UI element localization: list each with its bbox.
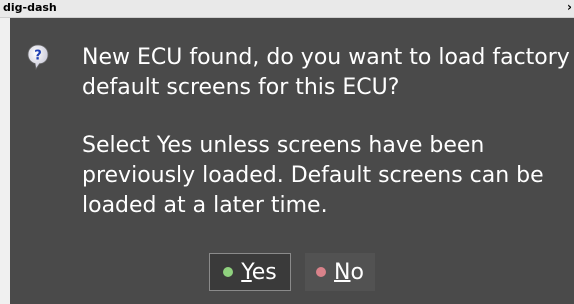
question-icon: ? [27, 44, 49, 71]
no-button[interactable]: No [305, 253, 375, 291]
no-button-label: No [334, 260, 364, 285]
no-indicator-icon [316, 267, 327, 277]
window-menu-glyph[interactable]: › [567, 0, 572, 14]
yes-button-label: Yes [241, 260, 277, 285]
dialog-message: New ECU found, do you want to load facto… [82, 43, 572, 221]
yes-label-rest: es [251, 259, 277, 285]
yes-button[interactable]: Yes [209, 253, 291, 291]
window-titlebar[interactable]: dig-dash › [0, 0, 574, 18]
window-title: dig-dash [3, 1, 57, 14]
message-question: New ECU found, do you want to load facto… [82, 45, 570, 100]
no-mnemonic: N [334, 259, 351, 285]
yes-indicator-icon [223, 267, 234, 277]
no-label-rest: o [350, 259, 364, 285]
yes-mnemonic: Y [241, 259, 252, 285]
message-dialog: ? New ECU found, do you want to load fac… [10, 18, 574, 304]
message-instructions: Select Yes unless screens have been prev… [82, 133, 544, 218]
svg-text:?: ? [34, 49, 42, 64]
